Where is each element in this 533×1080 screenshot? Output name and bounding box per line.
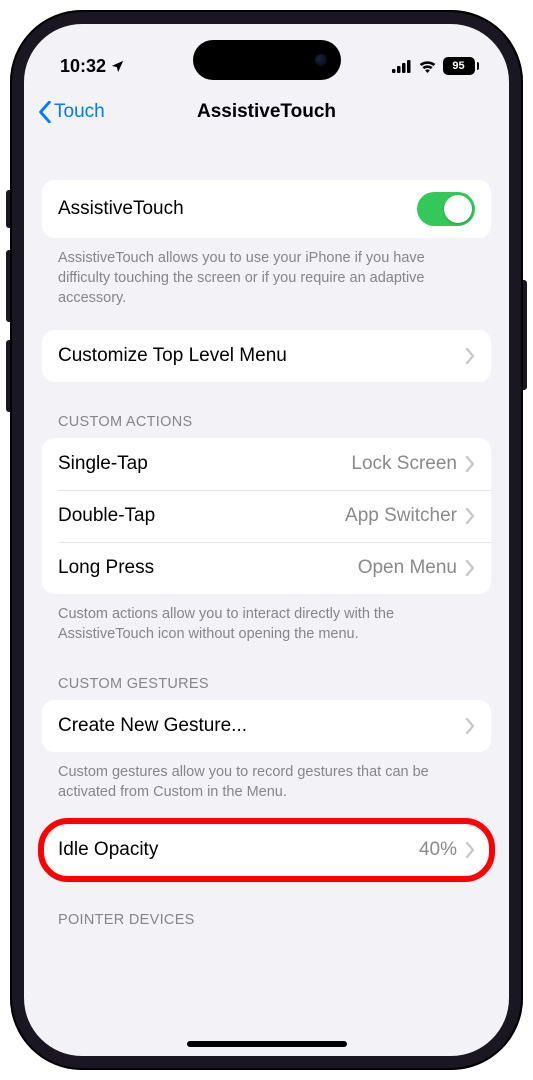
home-indicator[interactable] bbox=[187, 1041, 347, 1047]
custom-actions-footer: Custom actions allow you to interact dir… bbox=[42, 594, 491, 644]
row-value: App Switcher bbox=[345, 505, 457, 527]
custom-actions-group: Single-Tap Lock Screen Double-Tap App Sw… bbox=[42, 438, 491, 594]
customize-menu-group: Customize Top Level Menu bbox=[42, 330, 491, 382]
row-value: Open Menu bbox=[358, 557, 457, 579]
cellular-icon bbox=[392, 59, 412, 73]
nav-bar: Touch AssistiveTouch bbox=[24, 86, 509, 138]
side-button bbox=[523, 280, 527, 390]
custom-gestures-header: Custom Gestures bbox=[42, 644, 491, 700]
back-button[interactable]: Touch bbox=[38, 101, 105, 123]
chevron-right-icon bbox=[465, 718, 475, 734]
pointer-devices-header: Pointer Devices bbox=[42, 876, 491, 936]
chevron-right-icon bbox=[465, 348, 475, 364]
chevron-left-icon bbox=[38, 101, 52, 123]
custom-actions-header: Custom Actions bbox=[42, 382, 491, 438]
custom-gestures-group: Create New Gesture... bbox=[42, 700, 491, 752]
wifi-icon bbox=[418, 59, 437, 73]
back-label: Touch bbox=[54, 101, 105, 123]
toggle-switch-on[interactable] bbox=[417, 192, 475, 226]
content-scroll[interactable]: AssistiveTouch AssistiveTouch allows you… bbox=[24, 138, 509, 1056]
chevron-right-icon bbox=[465, 842, 475, 858]
battery-level: 95 bbox=[443, 57, 475, 75]
row-label: Double-Tap bbox=[58, 505, 345, 527]
assistivetouch-toggle-row[interactable]: AssistiveTouch bbox=[42, 180, 491, 238]
idle-opacity-highlight: Idle Opacity 40% bbox=[42, 824, 491, 876]
row-label: Idle Opacity bbox=[58, 839, 419, 861]
assistivetouch-group: AssistiveTouch bbox=[42, 180, 491, 238]
chevron-right-icon bbox=[465, 560, 475, 576]
idle-opacity-row[interactable]: Idle Opacity 40% bbox=[42, 824, 491, 876]
customize-top-level-row[interactable]: Customize Top Level Menu bbox=[42, 330, 491, 382]
phone-frame: 10:32 bbox=[10, 10, 523, 1070]
row-label: Single-Tap bbox=[58, 453, 351, 475]
volume-down-button bbox=[6, 340, 10, 412]
row-value: Lock Screen bbox=[351, 453, 457, 475]
create-new-gesture-row[interactable]: Create New Gesture... bbox=[42, 700, 491, 752]
dynamic-island bbox=[193, 40, 341, 80]
custom-gestures-footer: Custom gestures allow you to record gest… bbox=[42, 752, 491, 802]
volume-up-button bbox=[6, 250, 10, 322]
screen: 10:32 bbox=[24, 24, 509, 1056]
row-value: 40% bbox=[419, 839, 457, 861]
battery-icon: 95 bbox=[443, 57, 480, 75]
mute-switch bbox=[6, 190, 10, 228]
idle-opacity-group: Idle Opacity 40% bbox=[42, 824, 491, 876]
assistivetouch-footer: AssistiveTouch allows you to use your iP… bbox=[42, 238, 491, 308]
long-press-row[interactable]: Long Press Open Menu bbox=[42, 542, 491, 594]
location-icon bbox=[110, 59, 125, 74]
row-label: Create New Gesture... bbox=[58, 715, 465, 737]
single-tap-row[interactable]: Single-Tap Lock Screen bbox=[42, 438, 491, 490]
customize-label: Customize Top Level Menu bbox=[58, 345, 465, 367]
double-tap-row[interactable]: Double-Tap App Switcher bbox=[42, 490, 491, 542]
row-label: Long Press bbox=[58, 557, 358, 579]
assistivetouch-label: AssistiveTouch bbox=[58, 198, 417, 220]
chevron-right-icon bbox=[465, 508, 475, 524]
chevron-right-icon bbox=[465, 456, 475, 472]
status-time: 10:32 bbox=[60, 56, 106, 77]
